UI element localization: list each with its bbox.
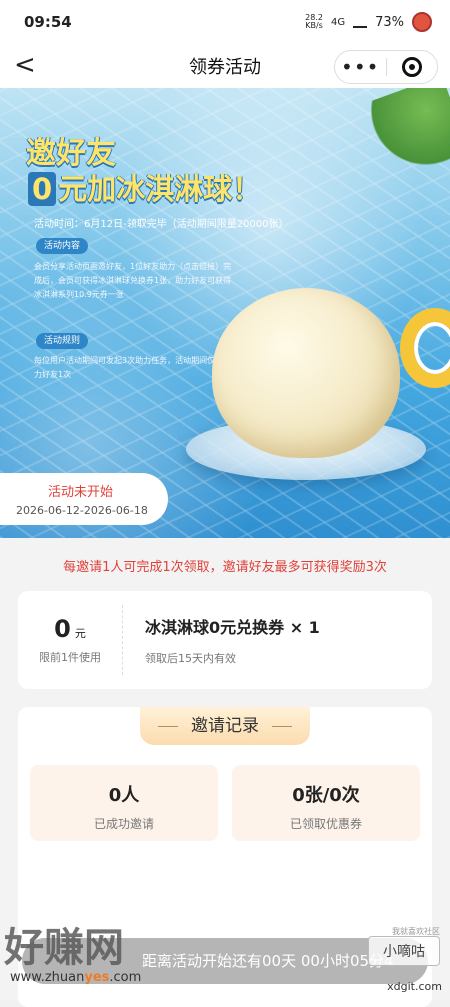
signal-icon [353, 16, 368, 28]
activity-status-card: 活动未开始 2026-06-12-2026-06-18 [0, 473, 168, 525]
stat-label: 已成功邀请 [93, 817, 154, 831]
activity-status: 活动未开始 [48, 485, 114, 500]
back-icon[interactable]: < [14, 52, 40, 80]
stat-value: 0人 [108, 785, 140, 806]
battery-label: 73% [375, 14, 404, 30]
coupon-amount: 0 [54, 615, 71, 643]
coupon-limit: 限前1件使用 [39, 651, 101, 664]
watermark-text: 好赚网 [4, 925, 124, 971]
watermark-tag: 小嘀咕 [368, 936, 440, 966]
signal-4g-label: 4G [330, 16, 346, 28]
nav-bar: < 领券活动 ••• [0, 44, 450, 88]
watermark-url: www.zhuanyes.com [10, 970, 142, 985]
page-title: 领券活动 [189, 57, 261, 78]
status-indicators: 28.2 KB/s 4G 73% [305, 12, 432, 32]
records-header: 邀请记录 [140, 707, 310, 745]
miniapp-capsule: ••• [334, 50, 438, 84]
invited-count-stat: 0人 已成功邀请 [30, 765, 218, 841]
coupon-name: 冰淇淋球0元兑换券 × 1 [145, 618, 320, 637]
content-pill: 活动内容 [36, 238, 89, 254]
headline-zero: 0 [28, 172, 57, 206]
rules-pill: 活动规则 [36, 333, 89, 349]
close-miniapp-button[interactable] [387, 57, 438, 77]
activity-date-range: 2026-06-12-2026-06-18 [16, 504, 148, 517]
rules-text: 每位用户活动期间可发起3次助力任务，活动期间仅限助力好友1次 [34, 356, 232, 379]
hero-banner: 邀好友 0 元加冰淇淋球！ 活动时间：6月12日-领取完毕（活动期间限量20000… [0, 88, 450, 538]
more-icon[interactable]: ••• [335, 57, 386, 77]
net-speed: 28.2 KB/s [305, 13, 323, 30]
stat-value: 0张/0次 [292, 785, 360, 806]
invite-rule: 每邀请1人可完成1次领取，邀请好友最多可获得奖励3次 [63, 560, 387, 575]
coupon-card: 0元 限前1件使用 冰淇淋球0元兑换券 × 1 领取后15天内有效 [18, 591, 432, 689]
status-time: 09:54 [24, 13, 72, 31]
main-content: 每邀请1人可完成1次领取，邀请好友最多可获得奖励3次 0元 限前1件使用 冰淇淋… [0, 538, 450, 1007]
content-text: 会员分享活动页面邀好友，1位好友助力（点击链接）完成后，会员可获得冰淇淋球兑换券… [34, 262, 232, 299]
claimed-coupons-stat: 0张/0次 已领取优惠券 [232, 765, 420, 841]
coupon-unit: 元 [74, 627, 86, 640]
coupon-info: 冰淇淋球0元兑换券 × 1 领取后15天内有效 [123, 614, 320, 666]
apple-icon [412, 12, 432, 32]
headline-line2: 0 元加冰淇淋球！ [28, 166, 261, 208]
activity-time: 活动时间：6月12日-领取完毕（活动期间限量20000张） [34, 219, 289, 230]
watermark-right-url: xdgit.com [387, 980, 442, 993]
coupon-value-block: 0元 限前1件使用 [18, 615, 122, 665]
coupon-validity: 领取后15天内有效 [145, 652, 236, 665]
status-bar: 09:54 28.2 KB/s 4G 73% [0, 0, 450, 44]
ice-cream-image [212, 288, 400, 458]
stat-label: 已领取优惠券 [289, 817, 362, 831]
target-icon [401, 57, 422, 77]
